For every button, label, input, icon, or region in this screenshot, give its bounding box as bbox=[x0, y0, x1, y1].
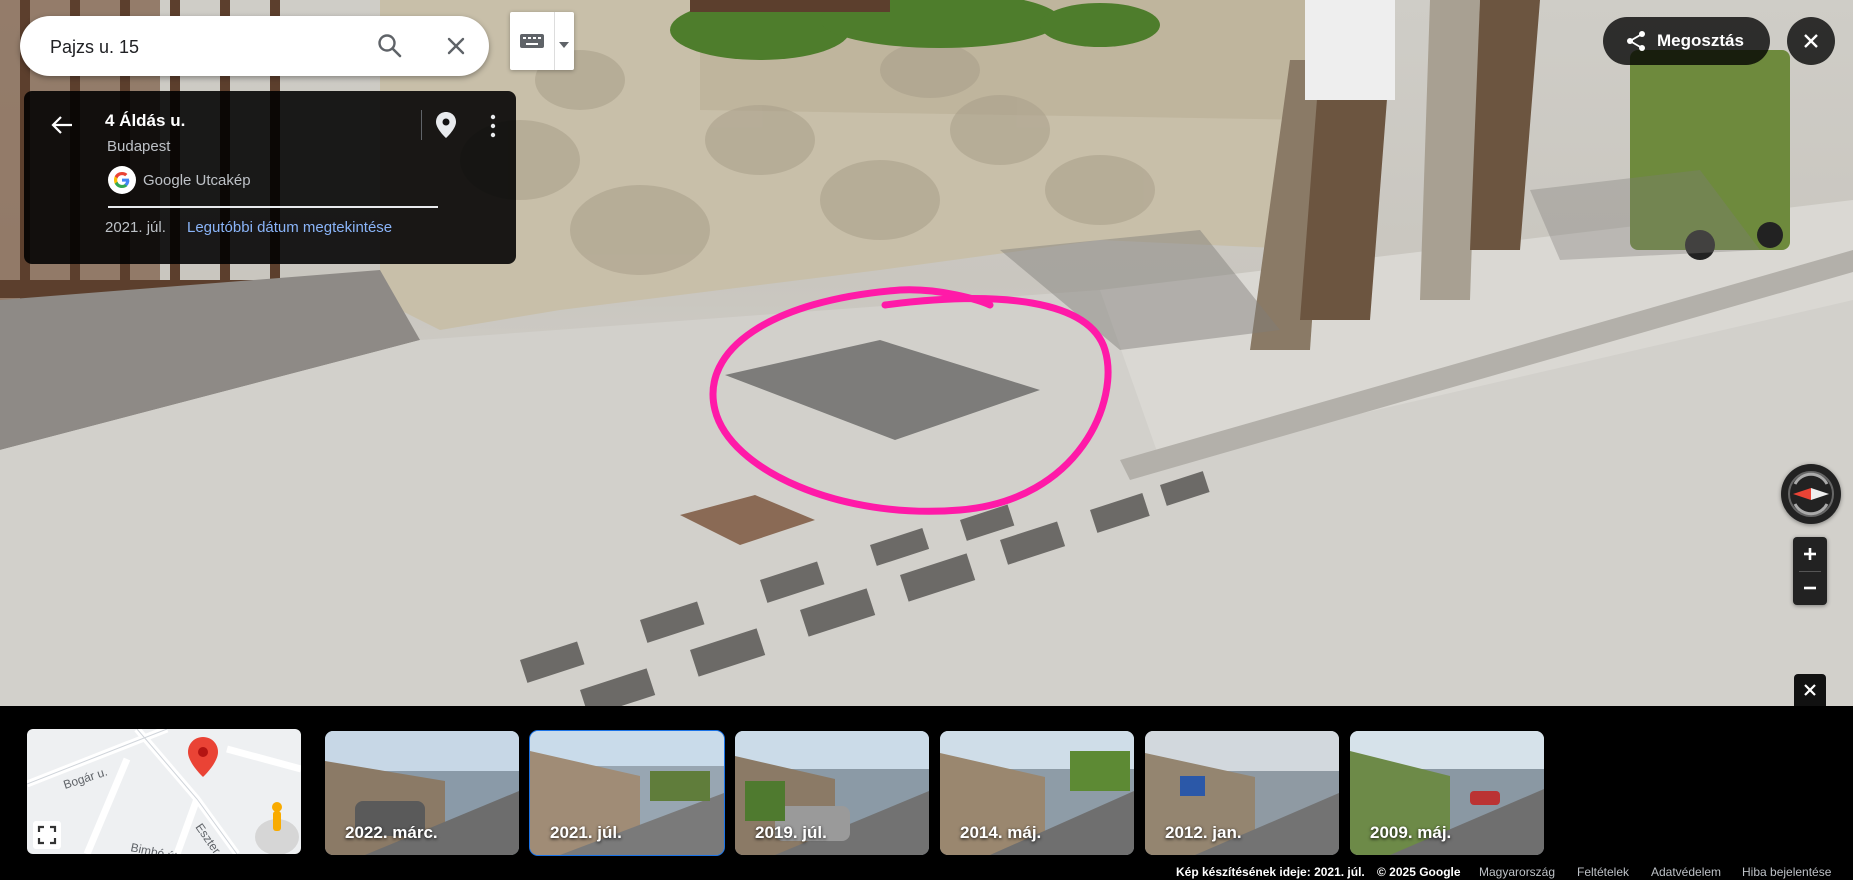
divider bbox=[108, 206, 438, 208]
timeline-thumb-2012[interactable]: 2012. jan. bbox=[1145, 731, 1339, 855]
more-options-icon[interactable] bbox=[488, 113, 498, 139]
timeline-strip: Bogár u. Eszter u. Bimbó út 2022. márc. … bbox=[0, 706, 1853, 880]
timeline-thumb-2009[interactable]: 2009. máj. bbox=[1350, 731, 1544, 855]
search-box bbox=[20, 16, 489, 76]
search-input[interactable] bbox=[48, 30, 382, 64]
close-icon bbox=[1801, 31, 1821, 56]
location-card: 4 Áldás u. Budapest Google Utcakép 2021.… bbox=[24, 91, 516, 264]
location-city: Budapest bbox=[107, 138, 171, 155]
keyboard-shortcuts-button[interactable] bbox=[510, 12, 574, 70]
divider bbox=[421, 110, 422, 140]
share-icon bbox=[1625, 30, 1647, 52]
mini-map-streets: Bogár u. Eszter u. Bimbó út bbox=[27, 729, 301, 854]
close-timeline-button[interactable] bbox=[1794, 674, 1826, 706]
thumb-label: 2019. júl. bbox=[755, 823, 827, 842]
map-pin-icon[interactable] bbox=[434, 111, 458, 139]
search-icon[interactable] bbox=[376, 32, 404, 60]
location-title: 4 Áldás u. bbox=[105, 111, 186, 130]
latest-date-link[interactable]: Legutóbbi dátum megtekintése bbox=[187, 219, 392, 236]
timeline-thumb-2014[interactable]: 2014. máj. bbox=[940, 731, 1134, 855]
expand-map-button[interactable] bbox=[33, 821, 61, 849]
close-icon[interactable] bbox=[442, 32, 470, 60]
zoom-in-button[interactable] bbox=[1793, 537, 1827, 571]
provider-label: Google Utcakép bbox=[143, 172, 251, 189]
capture-date: 2021. júl. bbox=[105, 219, 166, 236]
street-label: Bimbó út bbox=[129, 840, 179, 854]
compass-icon bbox=[1787, 470, 1835, 523]
timeline-thumb-2019[interactable]: 2019. júl. bbox=[735, 731, 929, 855]
mini-map[interactable]: Bogár u. Eszter u. Bimbó út bbox=[27, 729, 301, 854]
thumb-label: 2014. máj. bbox=[960, 823, 1042, 842]
divider bbox=[554, 12, 555, 70]
thumb-label: 2012. jan. bbox=[1165, 823, 1242, 842]
close-icon bbox=[1803, 683, 1817, 702]
zoom-control bbox=[1793, 537, 1827, 605]
google-logo-icon bbox=[108, 166, 136, 194]
close-street-view-button[interactable] bbox=[1787, 17, 1835, 65]
back-arrow-icon[interactable] bbox=[48, 111, 76, 139]
terms-link[interactable]: Feltételek bbox=[1577, 865, 1629, 879]
share-button[interactable]: Megosztás bbox=[1603, 17, 1770, 65]
timeline-thumb-2022[interactable]: 2022. márc. bbox=[325, 731, 519, 855]
report-problem-link[interactable]: Hiba bejelentése bbox=[1742, 865, 1831, 879]
timeline-thumb-2021[interactable]: 2021. júl. bbox=[529, 730, 725, 856]
thumb-label: 2022. márc. bbox=[345, 823, 438, 842]
fullscreen-icon bbox=[37, 825, 57, 845]
capture-date-note: Kép készítésének ideje: 2021. júl. bbox=[1176, 865, 1365, 879]
compass-button[interactable] bbox=[1781, 464, 1841, 524]
pegman-icon bbox=[255, 802, 299, 854]
footer-bar: Kép készítésének ideje: 2021. júl. © 202… bbox=[0, 864, 1853, 880]
country-link[interactable]: Magyarország bbox=[1479, 865, 1555, 879]
copyright: © 2025 Google bbox=[1377, 865, 1461, 879]
map-marker-icon bbox=[188, 737, 218, 777]
share-label: Megosztás bbox=[1657, 31, 1744, 50]
thumb-label: 2021. júl. bbox=[550, 823, 622, 842]
privacy-link[interactable]: Adatvédelem bbox=[1651, 865, 1721, 879]
chevron-down-icon[interactable] bbox=[558, 36, 570, 54]
keyboard-icon bbox=[519, 32, 545, 55]
thumb-label: 2009. máj. bbox=[1370, 823, 1452, 842]
zoom-out-button[interactable] bbox=[1793, 571, 1827, 605]
